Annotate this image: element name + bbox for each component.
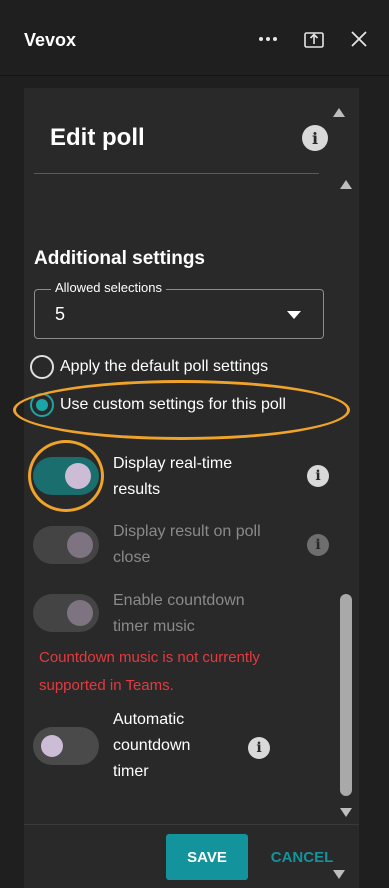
outer-scroll-up-arrow[interactable] — [333, 108, 345, 117]
info-icon[interactable]: i — [307, 465, 329, 487]
section-title: Additional settings — [34, 248, 205, 269]
cancel-button[interactable]: CANCEL — [266, 834, 338, 880]
toggle-knob — [67, 600, 93, 626]
info-icon[interactable]: i — [307, 534, 329, 556]
inner-scroll-down-arrow[interactable] — [340, 808, 352, 817]
label-line: close — [113, 549, 151, 566]
allowed-selections-label: Allowed selections — [51, 280, 166, 295]
divider — [34, 173, 319, 174]
label-line: Enable countdown — [113, 592, 245, 609]
toggle-countdown-music — [33, 594, 99, 632]
warning-message: Countdown music is not currently support… — [39, 644, 329, 700]
toggle-display-result-on-close — [33, 526, 99, 564]
page-title: Edit poll — [50, 124, 145, 151]
app-title: Vevox — [24, 30, 77, 50]
label-line: Automatic — [113, 711, 185, 728]
allowed-selections-value: 5 — [55, 304, 66, 324]
info-icon[interactable]: i — [248, 737, 270, 759]
label-line: Display result on poll — [113, 523, 261, 540]
toggle-automatic-countdown-label: Automatic countdown timer — [113, 707, 190, 785]
radio-default-settings-label[interactable]: Apply the default poll settings — [60, 358, 268, 376]
toggle-countdown-music-label: Enable countdown timer music — [113, 588, 245, 640]
toggle-automatic-countdown[interactable] — [33, 727, 99, 765]
footer-divider — [24, 824, 359, 825]
more-horizontal-icon[interactable] — [255, 26, 281, 52]
toggle-knob — [41, 735, 63, 757]
save-button[interactable]: SAVE — [166, 834, 248, 880]
label-line: timer music — [113, 618, 195, 635]
toggle-display-result-on-close-label: Display result on poll close — [113, 519, 261, 571]
toggle-display-realtime-results-label: Display real-time results — [113, 451, 232, 503]
close-icon[interactable] — [346, 26, 372, 52]
label-line: timer — [113, 763, 149, 780]
label-line: results — [113, 481, 161, 498]
allowed-selections-select[interactable]: Allowed selections 5 — [34, 280, 324, 339]
inner-scroll-up-arrow[interactable] — [340, 180, 352, 189]
radio-default-settings[interactable] — [30, 355, 54, 379]
title-bar: Vevox — [0, 0, 389, 76]
label-line: countdown — [113, 737, 191, 754]
label-line: Display real-time — [113, 455, 233, 472]
toggle-knob — [67, 532, 93, 558]
scrollbar-thumb[interactable] — [340, 594, 352, 796]
warning-line: supported in Teams. — [39, 677, 174, 694]
popout-icon[interactable] — [301, 26, 327, 52]
info-icon[interactable]: i — [302, 125, 328, 151]
highlight-circle — [28, 440, 104, 512]
highlight-ellipse — [13, 380, 350, 440]
outer-scroll-down-arrow[interactable] — [333, 870, 345, 879]
chevron-down-icon — [287, 311, 301, 319]
warning-line: Countdown music is not currently — [39, 649, 260, 666]
